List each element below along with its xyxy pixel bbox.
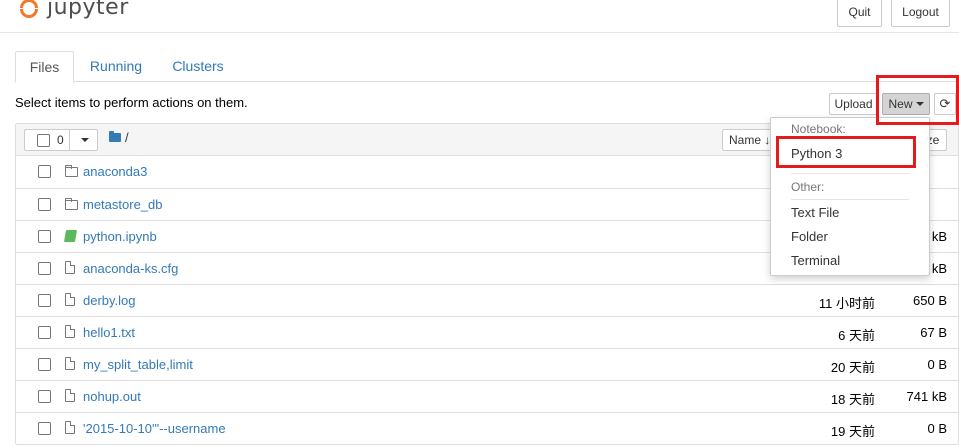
row-checkbox[interactable]: [38, 198, 51, 211]
row-checkbox[interactable]: [38, 230, 51, 243]
menu-item-folder[interactable]: Folder: [791, 229, 828, 244]
tab-files[interactable]: Files: [15, 51, 74, 83]
file-name-link[interactable]: derby.log: [83, 293, 136, 308]
tab-clusters[interactable]: Clusters: [163, 51, 233, 82]
row-checkbox[interactable]: [38, 358, 51, 371]
file-modified: 20 天前: [830, 360, 875, 375]
logo-text: jupyter: [47, 0, 129, 20]
file-name-link[interactable]: anaconda-ks.cfg: [83, 261, 178, 276]
select-all-group: 0: [24, 129, 98, 151]
file-row[interactable]: my_split_table,limit 20 天前 0 B: [16, 348, 958, 380]
file-size: 0 B: [927, 421, 947, 436]
menu-header-notebook: Notebook:: [791, 122, 846, 136]
row-checkbox[interactable]: [38, 422, 51, 435]
file-icon: [65, 421, 75, 437]
file-row[interactable]: hello1.txt 6 天前 67 B: [16, 316, 958, 348]
row-checkbox[interactable]: [38, 165, 51, 178]
select-all-checkbox-box[interactable]: 0: [24, 129, 70, 151]
breadcrumb-root[interactable]: /: [125, 130, 129, 145]
notebook-icon: [63, 229, 78, 245]
file-modified: 6 天前: [838, 328, 875, 343]
folder-icon: [65, 164, 78, 180]
row-checkbox[interactable]: [38, 390, 51, 403]
highlight-new-button: [876, 75, 959, 125]
menu-divider: [791, 199, 909, 200]
file-name-link[interactable]: my_split_table,limit: [83, 357, 193, 372]
file-size: 650 B: [913, 293, 947, 308]
file-modified: 19 天前: [830, 424, 875, 439]
tab-running[interactable]: Running: [81, 51, 151, 82]
file-icon: [65, 325, 75, 341]
caret-down-icon: [81, 138, 89, 142]
file-size: 0 B: [927, 357, 947, 372]
file-modified: 11 小时前: [818, 296, 875, 311]
file-name-link[interactable]: python.ipynb: [83, 229, 157, 244]
row-checkbox[interactable]: [38, 262, 51, 275]
file-icon: [65, 293, 75, 309]
logout-button[interactable]: Logout: [891, 0, 950, 27]
file-modified: 18 天前: [830, 392, 875, 407]
upload-button[interactable]: Upload: [829, 93, 878, 115]
selected-count: 0: [57, 133, 64, 147]
file-row[interactable]: derby.log 11 小时前 650 B: [16, 284, 958, 316]
selection-hint: Select items to perform actions on them.: [15, 95, 248, 110]
file-name-link[interactable]: nohup.out: [83, 389, 141, 404]
file-size: kB: [931, 229, 947, 244]
file-size: kB: [931, 261, 947, 276]
menu-item-terminal[interactable]: Terminal: [791, 253, 840, 268]
file-row[interactable]: nohup.out 18 天前 741 kB: [16, 380, 958, 412]
row-checkbox[interactable]: [38, 294, 51, 307]
menu-item-text-file[interactable]: Text File: [791, 205, 839, 220]
file-name-link[interactable]: '2015-10-10'"--username: [83, 421, 226, 436]
jupyter-logo[interactable]: jupyter: [19, 0, 129, 20]
file-row[interactable]: '2015-10-10'"--username 19 天前 0 B: [16, 412, 958, 444]
jupyter-logo-icon: [19, 0, 41, 20]
file-name-link[interactable]: metastore_db: [83, 197, 163, 212]
sort-by-name-button[interactable]: Name ↓: [722, 129, 774, 151]
file-size: 67 B: [920, 325, 947, 340]
highlight-python3: [776, 136, 916, 168]
file-icon: [65, 357, 75, 373]
folder-icon[interactable]: [109, 131, 121, 142]
file-icon: [65, 261, 75, 277]
quit-button[interactable]: Quit: [837, 0, 882, 27]
menu-divider: [791, 173, 909, 174]
file-icon: [65, 389, 75, 405]
menu-header-other: Other:: [791, 180, 825, 194]
file-name-link[interactable]: hello1.txt: [83, 325, 135, 340]
select-all-checkbox[interactable]: [37, 133, 50, 147]
file-size: 741 kB: [906, 389, 947, 404]
header-bar: jupyter Quit Logout: [0, 0, 959, 33]
file-name-link[interactable]: anaconda3: [83, 164, 147, 179]
folder-icon: [65, 197, 78, 213]
select-dropdown-button[interactable]: [70, 129, 98, 151]
tab-bar: Files Running Clusters: [15, 51, 959, 83]
row-checkbox[interactable]: [38, 326, 51, 339]
